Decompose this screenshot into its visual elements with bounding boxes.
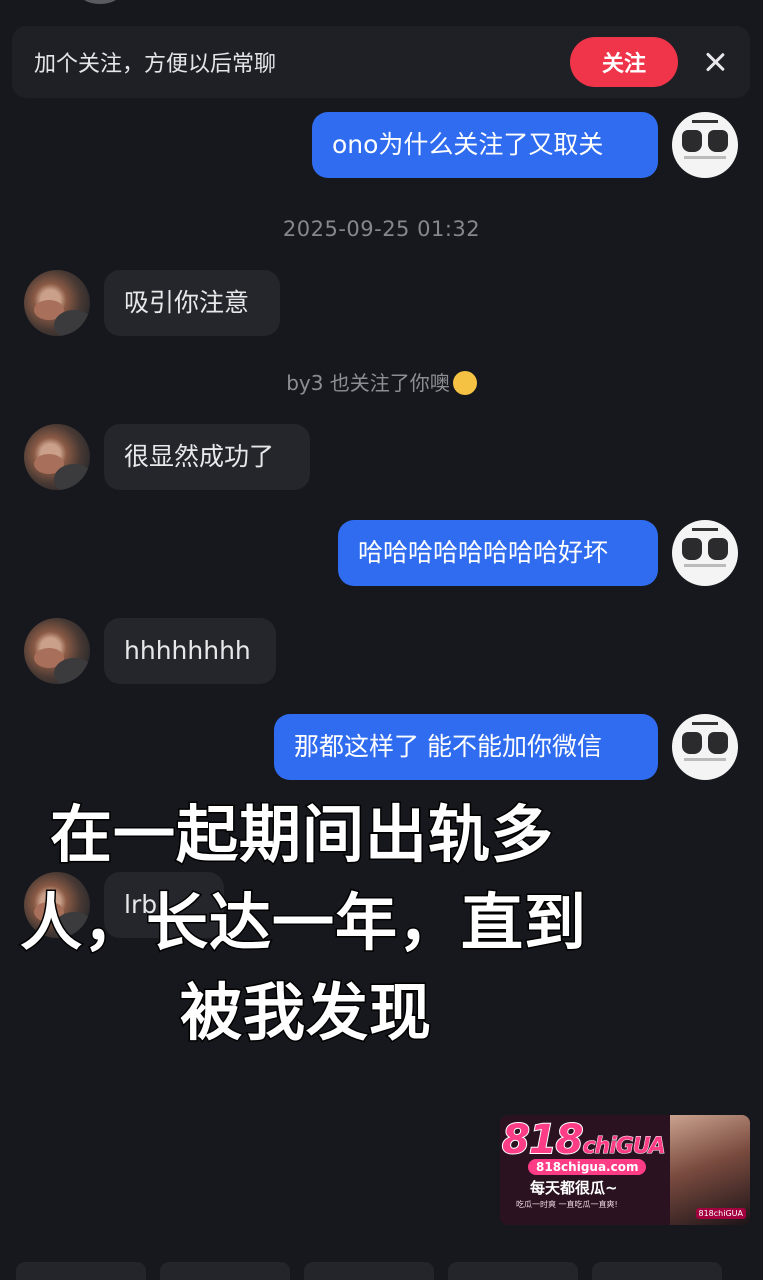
my-avatar[interactable] xyxy=(672,520,738,586)
watermark-domain: 818chigua.com xyxy=(528,1159,647,1175)
site-watermark: 818chiGUA 818chigua.com 每天都很瓜~ 吃瓜一时爽 一直吃… xyxy=(500,1115,750,1225)
caption-line: 被我发现 xyxy=(178,975,433,1051)
caption-line: 人，长达一年，直到 xyxy=(18,885,588,961)
message-bubble-incoming[interactable]: 吸引你注意 xyxy=(104,270,280,336)
my-avatar[interactable] xyxy=(672,112,738,178)
message-bubble-outgoing[interactable]: ono为什么关注了又取关 xyxy=(312,112,658,178)
system-notice-text: by3 也关注了你噢 xyxy=(286,371,450,395)
follow-banner: 加个关注，方便以后常聊 关注 xyxy=(12,26,750,98)
message-bubble-outgoing[interactable]: 那都这样了 能不能加你微信 xyxy=(274,714,658,780)
close-icon[interactable] xyxy=(702,49,728,75)
message-timestamp: 2025-09-25 01:32 xyxy=(282,217,481,241)
watermark-subtext: 吃瓜一时爽 一直吃瓜一直爽! xyxy=(516,1200,618,1209)
overlay-caption: 在一起期间出轨多 人，长达一年，直到 被我发现 xyxy=(0,780,763,1051)
bottom-toolbar-partial xyxy=(0,1262,763,1280)
partial-avatar xyxy=(78,0,122,4)
watermark-slogan: 每天都很瓜~ xyxy=(530,1179,618,1197)
message-bubble-incoming[interactable]: 很显然成功了 xyxy=(104,424,310,490)
follow-banner-text: 加个关注，方便以后常聊 xyxy=(34,52,277,77)
follow-button[interactable]: 关注 xyxy=(570,37,678,87)
my-avatar[interactable] xyxy=(672,714,738,780)
caption-line: 在一起期间出轨多 xyxy=(48,797,555,873)
watermark-tag: 818chiGUA xyxy=(695,1208,746,1219)
message-bubble-incoming[interactable]: hhhhhhhh xyxy=(104,618,276,684)
contact-avatar[interactable] xyxy=(24,424,90,490)
system-notice: by3 也关注了你噢 xyxy=(0,367,763,396)
message-bubble-outgoing[interactable]: 哈哈哈哈哈哈哈哈好坏 xyxy=(338,520,658,586)
wink-emoji-icon xyxy=(452,371,477,395)
contact-avatar[interactable] xyxy=(24,270,90,336)
watermark-logo: 818chiGUA xyxy=(501,1116,666,1164)
contact-avatar[interactable] xyxy=(24,618,90,684)
